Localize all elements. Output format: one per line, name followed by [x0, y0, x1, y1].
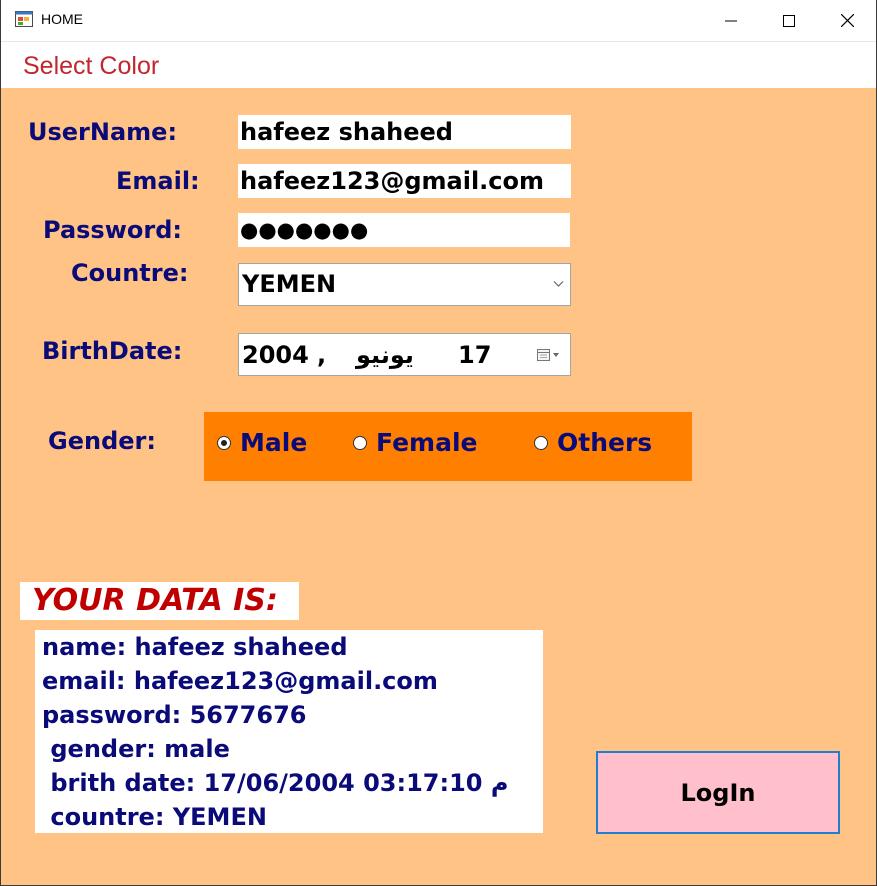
gender-option-label: Female	[376, 428, 478, 457]
output-line: countre: YEMEN	[42, 803, 267, 831]
minimize-button[interactable]	[702, 0, 760, 41]
output-line: password: 5677676	[42, 701, 307, 729]
birthdate-picker[interactable]: 2004 , يونيو 17	[238, 333, 571, 376]
email-input[interactable]: hafeez123@gmail.com	[238, 164, 571, 198]
password-input[interactable]: ●●●●●●●	[238, 213, 570, 247]
output-panel: name: hafeez shaheed email: hafeez123@gm…	[35, 630, 543, 833]
app-window: HOME Select Color UserName: hafeez shahe…	[0, 0, 877, 886]
window-title: HOME	[41, 11, 83, 27]
radio-button-male[interactable]	[217, 435, 231, 450]
username-label: UserName:	[28, 118, 178, 146]
birthdate-month: يونيو	[356, 341, 414, 369]
gender-label: Gender:	[48, 427, 156, 455]
minimize-icon	[725, 20, 737, 21]
gender-option-others[interactable]: Others	[534, 428, 652, 457]
country-label: Countre:	[71, 259, 189, 287]
calendar-icon[interactable]	[537, 348, 563, 362]
title-bar[interactable]: HOME	[1, 0, 876, 42]
gender-option-male[interactable]: Male	[217, 428, 307, 457]
radio-button-others[interactable]	[534, 435, 548, 450]
gender-option-female[interactable]: Female	[353, 428, 477, 457]
maximize-button[interactable]	[760, 0, 818, 41]
username-input[interactable]: hafeez shaheed	[238, 115, 571, 149]
output-line: email: hafeez123@gmail.com	[42, 667, 438, 695]
maximize-icon	[783, 14, 795, 27]
email-label: Email:	[116, 167, 200, 195]
output-line: name: hafeez shaheed	[42, 633, 348, 661]
password-label: Password:	[43, 216, 182, 244]
birthdate-day: 17	[458, 341, 492, 369]
radio-button-female[interactable]	[353, 435, 367, 450]
close-button[interactable]	[818, 0, 876, 41]
form-area: UserName: hafeez shaheed Email: hafeez12…	[1, 88, 876, 885]
birthdate-year: 2004	[242, 341, 309, 369]
birthdate-separator: ,	[317, 341, 327, 369]
country-value: YEMEN	[242, 270, 337, 298]
output-line: gender: male	[42, 735, 230, 763]
output-title: YOUR DATA IS:	[20, 582, 299, 620]
birthdate-label: BirthDate:	[42, 337, 183, 365]
login-button[interactable]: LogIn	[596, 751, 840, 834]
close-icon	[840, 14, 854, 27]
gender-radio-group: Male Female Others	[204, 412, 692, 481]
select-color-menu-item[interactable]: Select Color	[23, 52, 159, 81]
country-select[interactable]: YEMEN	[238, 263, 571, 306]
gender-option-label: Male	[240, 428, 308, 457]
output-line: brith date: 17/06/2004 03:17:10 م	[42, 769, 509, 797]
app-window-icon	[15, 11, 33, 27]
gender-option-label: Others	[557, 428, 653, 457]
chevron-down-icon	[553, 281, 564, 287]
